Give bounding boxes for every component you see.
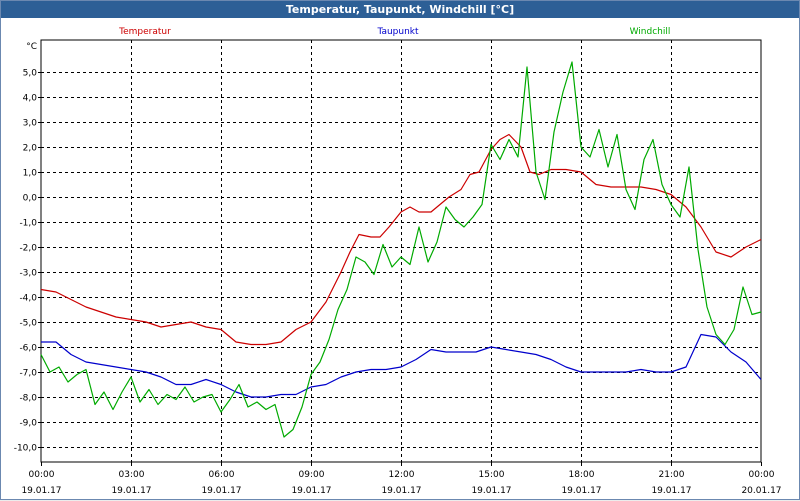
x-tick-time: 21:00 — [659, 470, 685, 480]
legend-taupunkt: Taupunkt — [376, 27, 419, 37]
legend-windchill: Windchill — [630, 27, 671, 37]
x-tick-date: 19.01.17 — [561, 486, 601, 496]
legend-temperatur: Temperatur — [118, 27, 171, 37]
y-tick-label: -4,0 — [19, 294, 37, 304]
chart-area: 5,0 4,0 3,0 2,0 1,0 0,0 -1,0 -2,0 -3,0 -4,0 -5,0 -6… — [14, 27, 782, 496]
y-tick-label: 2,0 — [23, 144, 38, 154]
y-tick-label: -7,0 — [19, 369, 37, 379]
x-tick-date: 19.01.17 — [111, 486, 151, 496]
x-tick-date: 19.01.17 — [291, 486, 331, 496]
x-tick-time: 09:00 — [299, 470, 325, 480]
y-tick-label: -10,0 — [14, 444, 38, 454]
x-tick-time: 18:00 — [569, 470, 595, 480]
y-tick-label: -1,0 — [19, 219, 37, 229]
y-tick-label: 1,0 — [23, 169, 38, 179]
y-tick-label: 5,0 — [23, 69, 38, 79]
x-tick-time: 06:00 — [209, 470, 235, 480]
x-tick-date: 19.01.17 — [381, 486, 421, 496]
y-tick-label: -9,0 — [19, 419, 37, 429]
chart-window: Temperatur, Taupunkt, Windchill [°C] 5,0… — [0, 0, 800, 500]
x-tick-date: 19.01.17 — [21, 486, 61, 496]
y-tick-label: -8,0 — [19, 394, 37, 404]
x-tick-date: 20.01.17 — [741, 486, 781, 496]
x-tick-time: 03:00 — [119, 470, 145, 480]
x-tick-date: 19.01.17 — [471, 486, 511, 496]
y-tick-label: 3,0 — [23, 119, 38, 129]
x-tick-time: 00:00 — [29, 470, 55, 480]
y-unit-label: °C — [26, 42, 37, 52]
y-tick-label: -2,0 — [19, 244, 37, 254]
x-tick-date: 19.01.17 — [651, 486, 691, 496]
y-tick-label: -5,0 — [19, 319, 37, 329]
y-tick-label: -3,0 — [19, 269, 37, 279]
y-tick-label: 4,0 — [23, 94, 38, 104]
y-tick-label: 0,0 — [23, 194, 38, 204]
y-tick-label: -6,0 — [19, 344, 37, 354]
x-tick-time: 15:00 — [479, 470, 505, 480]
x-tick-time: 00:00 — [749, 470, 775, 480]
x-tick-date: 19.01.17 — [201, 486, 241, 496]
x-tick-time: 12:00 — [389, 470, 415, 480]
